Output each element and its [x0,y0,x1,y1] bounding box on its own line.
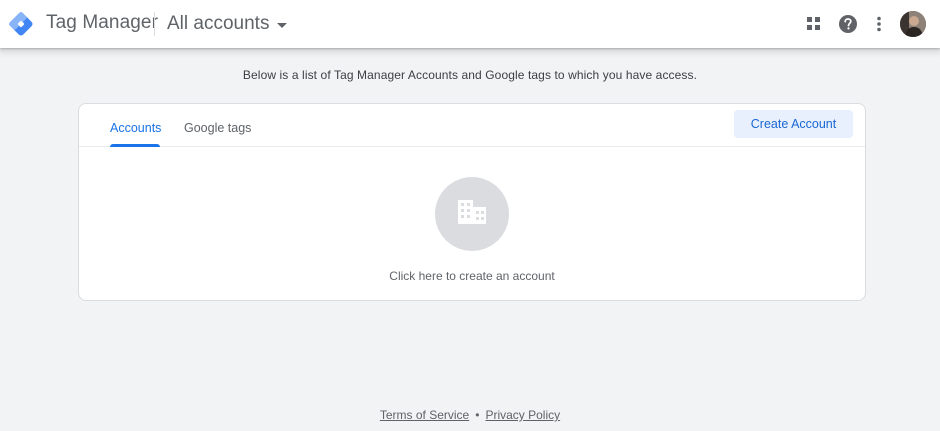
intro-text: Below is a list of Tag Manager Accounts … [242,68,698,82]
empty-state-label[interactable]: Click here to create an account [79,269,865,283]
account-switcher[interactable]: All accounts [167,11,288,37]
tab-google-tags[interactable]: Google tags [184,104,251,147]
building-icon [458,199,486,229]
accounts-card: Accounts Google tags Create Account Clic… [78,103,866,301]
caret-down-icon [277,16,288,34]
app-bar: Tag Manager All accounts [0,0,940,48]
tab-bar: Accounts Google tags Create Account [79,104,865,147]
product-name[interactable]: Tag Manager [46,12,158,34]
help-icon[interactable] [836,12,860,36]
create-account-button[interactable]: Create Account [734,110,853,138]
privacy-policy-link[interactable]: Privacy Policy [485,408,560,422]
footer-separator: • [475,408,480,422]
create-account-empty-state[interactable]: Click here to create an account [79,148,865,298]
avatar[interactable] [900,11,926,37]
account-switcher-label: All accounts [167,13,270,34]
tag-manager-logo-icon[interactable] [8,11,34,37]
empty-state-circle[interactable] [435,177,509,251]
apps-icon[interactable] [802,12,826,36]
terms-of-service-link[interactable]: Terms of Service [380,408,469,422]
header-divider [154,12,155,36]
active-tab-indicator [110,144,160,147]
tab-accounts[interactable]: Accounts [110,104,161,147]
footer: Terms of Service • Privacy Policy [0,408,940,422]
more-vert-icon[interactable] [867,12,891,36]
